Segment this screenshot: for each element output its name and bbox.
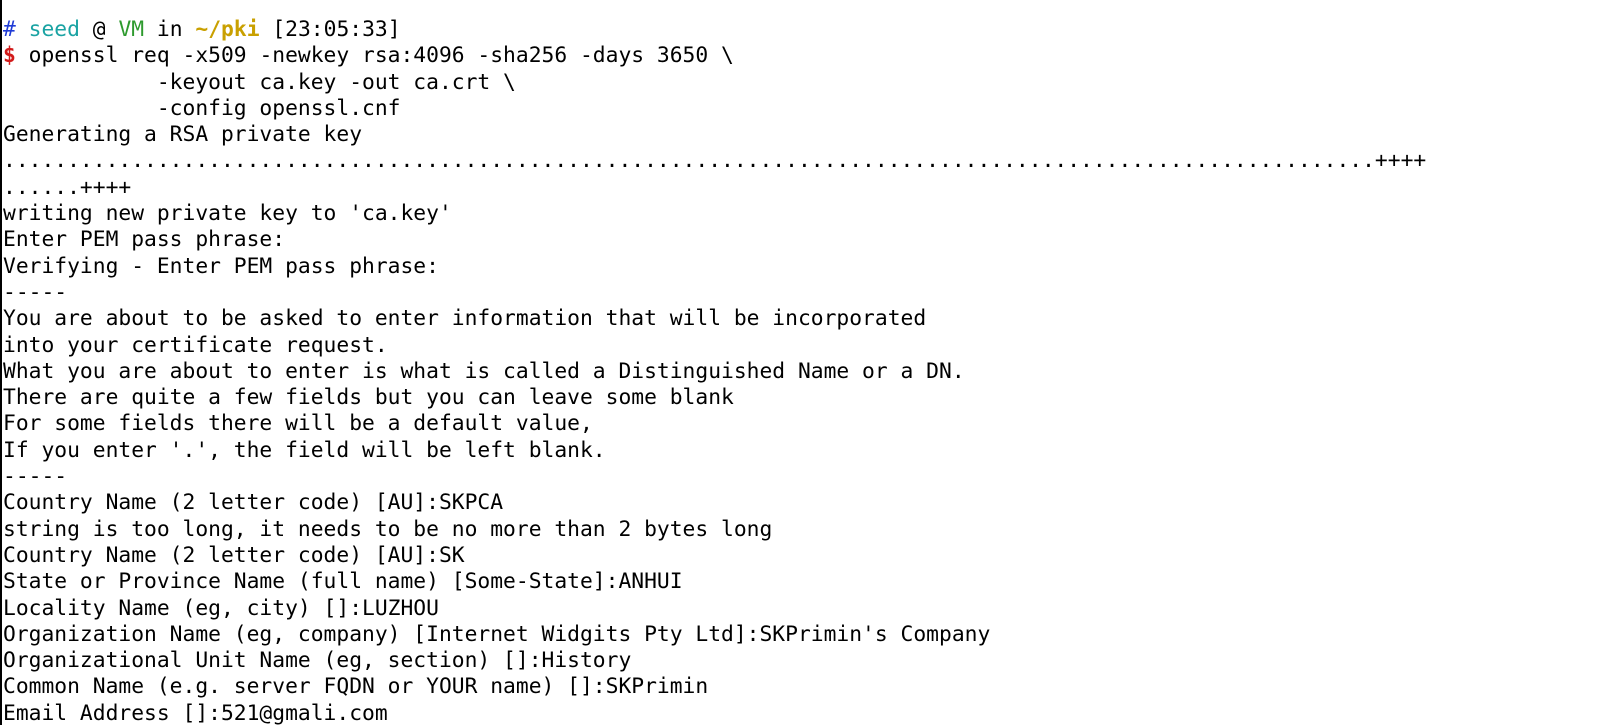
output-line: ----- — [3, 464, 68, 490]
command-continuation: -keyout ca.key -out ca.crt \ — [3, 69, 516, 95]
output-line: Common Name (e.g. server FQDN or YOUR na… — [3, 674, 709, 700]
output-line: Generating a RSA private key — [3, 122, 363, 148]
prompt-time: [23:05:33] — [272, 17, 401, 42]
output-line: ........................................… — [3, 148, 1427, 174]
output-line: For some fields there will be a default … — [3, 411, 593, 437]
command-continuation: -config openssl.cnf — [3, 95, 401, 121]
output-line: There are quite a few fields but you can… — [3, 385, 734, 411]
output-line: Organization Name (eg, company) [Interne… — [3, 621, 991, 647]
output-line: Email Address []:521@gmali.com — [3, 700, 388, 726]
output-line: Locality Name (eg, city) []:LUZHOU — [3, 595, 439, 621]
prompt-line: # seed @ VM in ~/pki [23:05:33] — [3, 17, 1614, 43]
output-line: Country Name (2 letter code) [AU]:SKPCA — [3, 490, 504, 516]
prompt-at: @ — [92, 17, 106, 42]
output-line: writing new private key to 'ca.key' — [3, 201, 452, 227]
prompt-directory: ~/pki — [195, 17, 260, 42]
output-line: into your certificate request. — [3, 332, 388, 358]
output-line: Enter PEM pass phrase: — [3, 227, 286, 253]
output-line: If you enter '.', the field will be left… — [3, 437, 606, 463]
command-text: openssl req -x509 -newkey rsa:4096 -sha2… — [15, 43, 734, 69]
prompt-in: in — [156, 17, 183, 42]
output-line: ----- — [3, 279, 68, 305]
prompt-dollar: $ — [3, 43, 16, 69]
prompt-hash: # — [3, 17, 16, 42]
terminal-window[interactable]: # seed @ VM in ~/pki [23:05:33] $ openss… — [0, 0, 1614, 726]
output-line: Country Name (2 letter code) [AU]:SK — [3, 542, 465, 568]
prompt-user: seed — [28, 17, 80, 42]
output-line: State or Province Name (full name) [Some… — [3, 569, 683, 595]
output-line: ......++++ — [3, 174, 132, 200]
output-line: string is too long, it needs to be no mo… — [3, 516, 773, 542]
prompt-host: VM — [118, 17, 145, 42]
output-line: Verifying - Enter PEM pass phrase: — [3, 253, 439, 279]
output-line: What you are about to enter is what is c… — [3, 358, 965, 384]
command-line: $ openssl req -x509 -newkey rsa:4096 -sh… — [3, 43, 1614, 69]
output-line: You are about to be asked to enter infor… — [3, 306, 927, 332]
output-line: Organizational Unit Name (eg, section) [… — [3, 648, 632, 674]
